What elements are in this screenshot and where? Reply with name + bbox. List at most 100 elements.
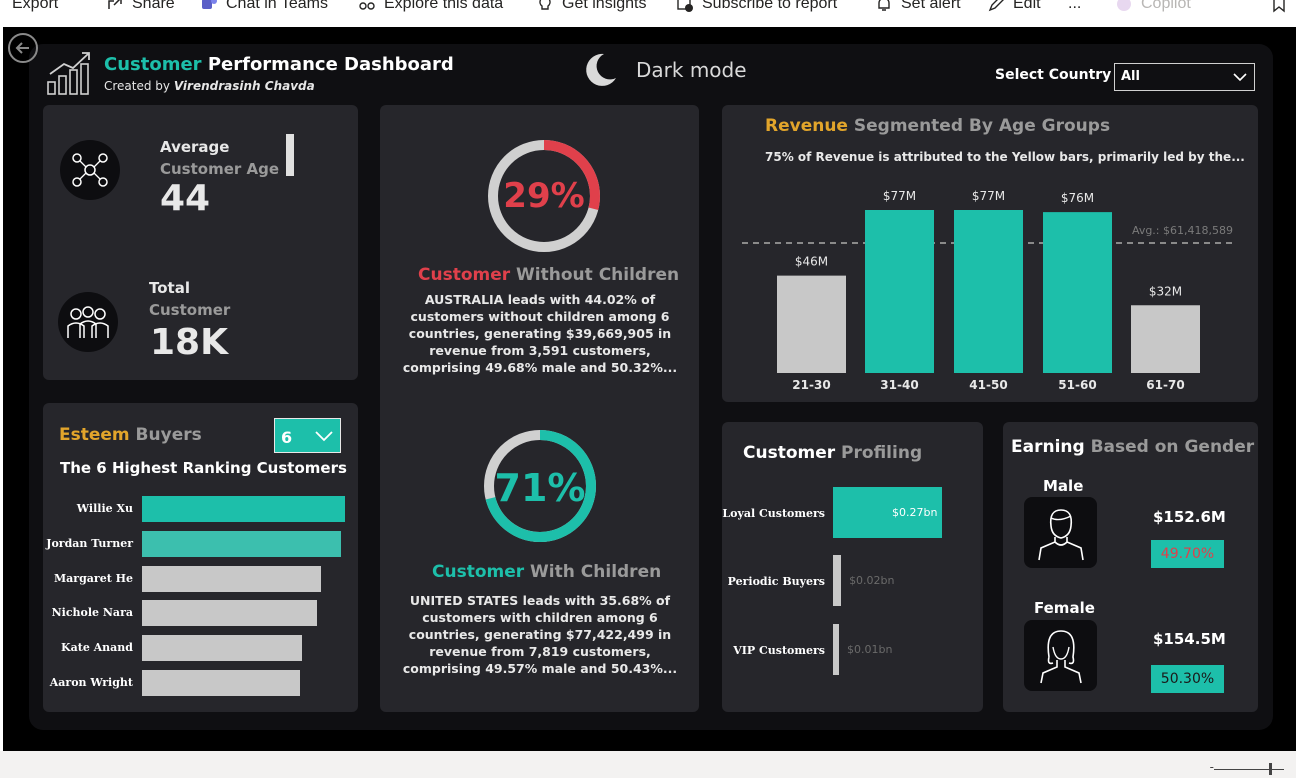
revenue-tick-label: 41-50 — [969, 378, 1007, 392]
report-toolbar: Export Share Chat in Teams Explore this … — [0, 0, 1296, 16]
revenue-data-label: $77M — [972, 189, 1005, 203]
average-reference-label: Avg.: $61,418,589 — [1132, 224, 1233, 237]
explore-data-button[interactable]: Explore this data — [358, 0, 503, 16]
chat-in-teams-button[interactable]: Chat in Teams — [200, 0, 328, 16]
toolbar-label: Export — [12, 0, 59, 12]
profiling-bar-label: Loyal Customers — [722, 507, 825, 520]
male-percent-badge: 49.70% — [1151, 540, 1224, 568]
dashboard-title: Customer Performance Dashboard — [104, 54, 454, 75]
top-n-value: 6 — [281, 428, 293, 447]
profiling-bar[interactable] — [833, 555, 842, 606]
toolbar-label: Chat in Teams — [226, 0, 328, 12]
without-children-percent: 29% — [503, 176, 584, 216]
male-icon — [1024, 497, 1097, 568]
profiling-bar[interactable] — [833, 624, 839, 675]
esteem-bar[interactable] — [142, 635, 303, 662]
bookmark-icon — [1273, 0, 1285, 13]
esteem-bar-label: Nichole Nara — [51, 606, 133, 620]
dark-mode-label: Dark mode — [636, 58, 747, 82]
country-select[interactable]: All — [1114, 63, 1255, 91]
avg-age-label: Average — [160, 138, 230, 156]
toolbar-label: Copilot — [1141, 0, 1191, 12]
edit-button[interactable]: Edit — [987, 0, 1041, 16]
profiling-card — [722, 422, 983, 712]
female-label: Female — [1034, 599, 1095, 617]
set-alert-button[interactable]: Set alert — [875, 0, 961, 16]
revenue-tick-label: 51-60 — [1058, 378, 1096, 392]
zoom-out-icon[interactable]: - — [1210, 760, 1214, 774]
bell-icon — [878, 0, 890, 11]
female-earning: $154.5M — [1153, 630, 1226, 648]
country-select-value: All — [1121, 69, 1140, 84]
chart-growth-icon — [47, 52, 90, 95]
profiling-data-label: $0.27bn — [892, 506, 938, 519]
gender-title: Earning Based on Gender — [1011, 437, 1255, 457]
zoom-slider-handle[interactable] — [1269, 763, 1272, 775]
total-customer-sublabel: Customer — [149, 301, 231, 319]
with-children-narrative: UNITED STATES leads with 35.68% of custo… — [402, 593, 678, 676]
revenue-data-label: $76M — [1061, 191, 1094, 205]
esteem-bar-label: Kate Anand — [61, 641, 133, 655]
esteem-bar[interactable] — [142, 496, 345, 522]
moon-icon — [586, 53, 616, 86]
total-customer-value: 18K — [150, 322, 228, 363]
esteem-bar[interactable] — [142, 565, 321, 592]
back-button[interactable] — [8, 33, 38, 63]
esteem-bar[interactable] — [142, 530, 341, 557]
copilot-button[interactable]: Copilot — [1115, 0, 1191, 16]
share-button[interactable]: Share — [106, 0, 175, 16]
zoom-slider[interactable] — [1214, 769, 1284, 770]
bookmark-button[interactable] — [1270, 0, 1288, 16]
dark-mode-toggle[interactable]: Dark mode — [580, 50, 747, 90]
without-children-donut: 29% — [488, 140, 600, 252]
esteem-bar-label: Aaron Wright — [49, 676, 133, 689]
revenue-bar — [1131, 305, 1200, 373]
export-button[interactable]: Export — [12, 0, 58, 16]
group-users-icon — [58, 292, 118, 352]
select-country-label: Select Country — [995, 67, 1112, 83]
more-options-button[interactable]: ... — [1068, 0, 1081, 16]
avg-age-sublabel: Customer Age — [160, 160, 280, 178]
revenue-age-chart: Avg.: $61,418,589 $46M 21-30 $77M 31-40 $77M 4… — [742, 189, 1234, 392]
with-children-title: Customer With Children — [432, 562, 662, 582]
toolbar-label: Explore this data — [384, 0, 504, 12]
back-arrow-icon — [15, 42, 29, 54]
profiling-data-label: $0.02bn — [849, 574, 895, 587]
revenue-bar — [865, 210, 934, 373]
copilot-icon — [1117, 0, 1131, 11]
without-children-narrative: AUSTRALIA leads with 44.02% of customers… — [402, 292, 678, 375]
chevron-down-icon — [315, 431, 333, 442]
profiling-data-label: $0.01bn — [847, 643, 893, 656]
revenue-title: Revenue Segmented By Age Groups — [765, 116, 1111, 136]
revenue-bar — [777, 275, 846, 373]
teams-icon — [202, 0, 217, 9]
with-children-percent: 71% — [495, 466, 586, 510]
avg-age-value: 44 — [160, 178, 211, 219]
get-insights-button[interactable]: Get insights — [536, 0, 646, 16]
revenue-data-label: $32M — [1149, 284, 1182, 298]
network-users-icon — [60, 140, 120, 200]
subscribe-report-button[interactable]: Subscribe to report — [676, 0, 837, 16]
toolbar-label: Set alert — [901, 0, 961, 12]
toolbar-label: Get insights — [562, 0, 647, 12]
esteem-bar[interactable] — [142, 670, 301, 696]
esteem-subtitle: The 6 Highest Ranking Customers — [60, 459, 347, 477]
profiling-title: Customer Profiling — [743, 443, 923, 463]
chevron-down-icon — [1233, 73, 1247, 82]
pencil-icon — [988, 0, 1004, 12]
subscribe-icon — [677, 0, 693, 12]
esteem-bar-label: Margaret He — [53, 571, 133, 585]
revenue-data-label: $46M — [795, 255, 828, 269]
dashboard-author: Created by Virendrasinh Chavda — [104, 79, 315, 93]
esteem-bar[interactable] — [142, 600, 317, 627]
top-n-dropdown[interactable]: 6 — [274, 418, 341, 453]
esteem-bar-label: Willie Xu — [76, 502, 133, 515]
toolbar-label: Edit — [1013, 0, 1041, 12]
revenue-tick-label: 61-70 — [1146, 378, 1184, 392]
age-indicator-bar — [286, 134, 294, 176]
share-icon — [108, 0, 122, 9]
profiling-bar-label: VIP Customers — [733, 644, 825, 657]
female-icon — [1024, 620, 1097, 691]
esteem-bar-label: Jordan Turner — [46, 536, 133, 550]
explore-icon — [359, 2, 375, 10]
